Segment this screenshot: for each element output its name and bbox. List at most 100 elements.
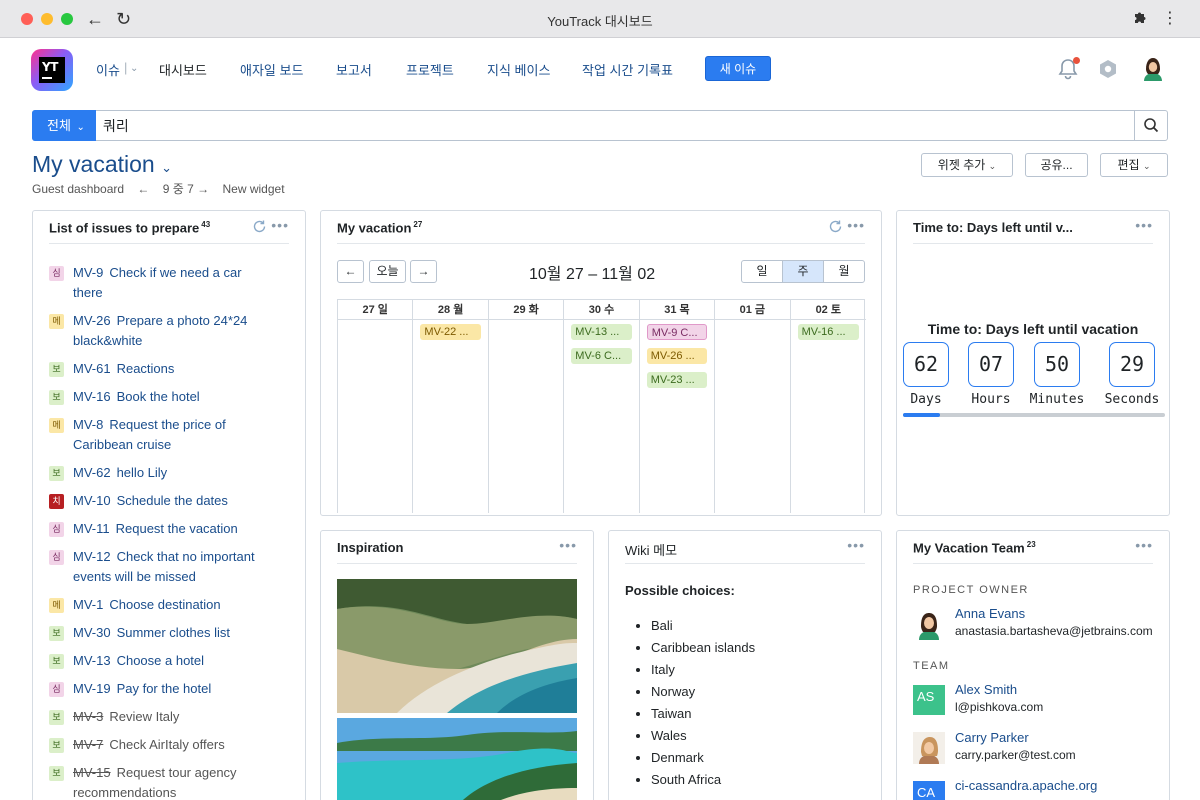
view-week-button[interactable]: 주 [782,260,824,283]
nav-reports[interactable]: 보고서 [336,60,372,79]
issue-row[interactable]: 메 MV-1 Choose destination [49,595,299,615]
issue-link[interactable]: MV-8 Request the price of [49,415,299,435]
refresh-icon[interactable] [828,219,843,234]
more-vertical-icon[interactable]: ⋮ [1162,8,1178,28]
issue-link[interactable]: MV-26 Prepare a photo 24*24 [49,311,299,331]
issue-link[interactable]: MV-1 Choose destination [49,595,299,615]
issue-link[interactable]: MV-3 Review Italy [49,707,299,727]
calendar-day-column[interactable]: 28 월 MV-22 ... [413,300,489,513]
nav-projects[interactable]: 프로젝트 [406,60,454,79]
share-button[interactable]: 공유... [1025,153,1088,177]
issue-summary: Request the price of [109,417,226,432]
member-name: ci-cassandra.apache.org [955,778,1098,793]
calendar-event[interactable]: MV-26 ... [646,348,708,364]
prev-week-button[interactable]: ← [337,260,364,283]
issue-id: MV-26 [73,313,111,328]
issue-row[interactable]: 메 MV-26 Prepare a photo 24*24 black&white [49,311,299,351]
issue-summary: Check AirItaly offers [109,737,225,752]
widget-menu-icon[interactable]: ••• [271,217,289,233]
next-week-button[interactable]: → [410,260,437,283]
issue-link[interactable]: MV-7 Check AirItaly offers [49,735,299,755]
avatar[interactable] [1140,55,1166,83]
widget-menu-icon[interactable]: ••• [847,217,865,233]
new-widget-link[interactable]: New widget [223,182,285,196]
issue-row[interactable]: 보 MV-15 Request tour agency recommendations [49,763,299,800]
youtrack-logo[interactable]: YT [31,49,73,91]
calendar-day-column[interactable]: 31 목 MV-9 C... MV-26 ... MV-23 ... [639,300,716,513]
chevron-down-icon: ⌄ [161,160,173,175]
issue-row[interactable]: 보 MV-62 hello Lily [49,463,299,483]
issue-link[interactable]: MV-19 Pay for the hotel [49,679,299,699]
nav-timesheets[interactable]: 작업 시간 기록표 [582,60,673,79]
issue-link[interactable]: MV-30 Summer clothes list [49,623,299,643]
issue-row[interactable]: 치 MV-10 Schedule the dates [49,491,299,511]
nav-agile-boards[interactable]: 애자일 보드 [240,60,303,79]
issue-link[interactable]: MV-10 Schedule the dates [49,491,299,511]
issue-link[interactable]: MV-16 Book the hotel [49,387,299,407]
view-month-button[interactable]: 월 [823,260,865,283]
refresh-icon[interactable] [252,219,267,234]
issue-id: MV-12 [73,549,111,564]
issue-row[interactable]: 심 MV-12 Check that no important events will… [49,547,299,587]
issue-link[interactable]: MV-15 Request tour agency [49,763,299,783]
issue-type-tag: 보 [49,362,64,377]
add-widget-button[interactable]: 위젯 추가 ⌄ [921,153,1013,177]
issue-link[interactable]: MV-12 Check that no important [49,547,299,567]
search-scope-button[interactable]: 전체 ⌄ [32,110,96,141]
issue-row[interactable]: 보 MV-16 Book the hotel [49,387,299,407]
nav-dashboards[interactable]: 대시보드 [159,60,207,79]
team-member[interactable]: CA ci-cassandra.apache.org [913,778,1163,800]
issue-row[interactable]: 심 MV-11 Request the vacation [49,519,299,539]
issue-link[interactable]: MV-13 Choose a hotel [49,651,299,671]
calendar-day-column[interactable]: 02 토 MV-16 ... [790,300,866,513]
calendar-day-column[interactable]: 29 화 [488,300,565,513]
team-member[interactable]: AS Alex Smith l@pishkova.com [913,682,1163,718]
calendar-day-column[interactable]: 27 일 [338,300,414,513]
edit-button[interactable]: 편집 ⌄ [1100,153,1168,177]
new-issue-button[interactable]: 새 이슈 [705,56,771,81]
calendar-day-column[interactable]: 01 금 [715,300,791,513]
help-icon[interactable] [1098,59,1118,79]
calendar-event[interactable]: MV-23 ... [646,372,708,388]
chevron-down-icon: ⌄ [1142,161,1151,171]
calendar-day-header: 29 화 [488,300,564,320]
widget-menu-icon[interactable]: ••• [559,537,577,553]
team-member-owner[interactable]: Anna Evans anastasia.bartasheva@jetbrain… [913,606,1163,642]
search-input[interactable] [103,111,1123,140]
issue-row[interactable]: 메 MV-8 Request the price of Caribbean cruis… [49,415,299,455]
issue-row[interactable]: 심 MV-19 Pay for the hotel [49,679,299,699]
widget-menu-icon[interactable]: ••• [1135,537,1153,553]
issue-row[interactable]: 보 MV-3 Review Italy [49,707,299,727]
chevron-down-icon[interactable]: ⌄ [130,63,138,74]
issue-row[interactable]: 보 MV-61 Reactions [49,359,299,379]
issue-id: MV-15 [73,765,111,780]
view-day-button[interactable]: 일 [741,260,783,283]
widget-menu-icon[interactable]: ••• [1135,217,1153,233]
calendar-event[interactable]: MV-16 ... [797,324,859,340]
today-button[interactable]: 오늘 [369,260,406,283]
countdown-value: 62 [903,342,949,387]
issue-row[interactable]: 보 MV-7 Check AirItaly offers [49,735,299,755]
nav-knowledge-base[interactable]: 지식 베이스 [487,60,550,79]
puzzle-icon[interactable] [1132,9,1148,25]
calendar-day-column[interactable]: 30 수 MV-13 ... MV-6 C... [564,300,640,513]
prev-dashboard-icon[interactable]: ← [137,182,149,196]
calendar-event[interactable]: MV-6 C... [571,348,632,364]
calendar-event[interactable]: MV-22 ... [420,324,481,340]
issue-link[interactable]: MV-62 hello Lily [49,463,299,483]
widget-menu-icon[interactable]: ••• [847,537,865,553]
issue-link[interactable]: MV-61 Reactions [49,359,299,379]
team-member[interactable]: Carry Parker carry.parker@test.com [913,730,1163,766]
nav-issues[interactable]: 이슈 [96,60,120,79]
calendar-event[interactable]: MV-13 ... [571,324,632,340]
issue-row[interactable]: 보 MV-30 Summer clothes list [49,623,299,643]
dashboard-title[interactable]: My vacation ⌄ [32,151,172,178]
issue-row[interactable]: 심 MV-9 Check if we need a car there [49,263,299,303]
countdown-value: 07 [968,342,1014,387]
issue-row[interactable]: 보 MV-13 Choose a hotel [49,651,299,671]
issue-link[interactable]: MV-9 Check if we need a car [49,263,299,283]
issue-link[interactable]: MV-11 Request the vacation [49,519,299,539]
calendar-event[interactable]: MV-9 C... [646,324,708,340]
next-dashboard-icon[interactable]: → [197,182,209,196]
search-button[interactable] [1134,111,1167,140]
